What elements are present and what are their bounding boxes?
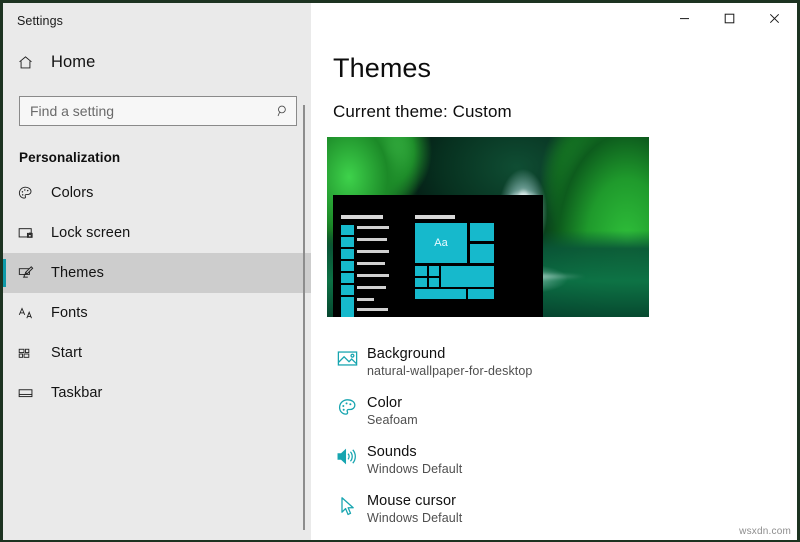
monitor-lock-icon [17, 222, 43, 244]
start-mock-bar [357, 308, 388, 311]
start-mock-tile [415, 278, 427, 287]
sidebar-item-fonts-label: Fonts [51, 305, 88, 321]
picture-icon [327, 345, 367, 368]
start-mock-chip [341, 237, 354, 247]
start-mock-header-right [415, 215, 455, 219]
brush-monitor-icon [17, 262, 43, 284]
sidebar-item-fonts[interactable]: Fonts [3, 293, 311, 333]
setting-row-background[interactable]: Background natural-wallpaper-for-desktop [327, 345, 657, 394]
theme-preview-image[interactable]: Aa [327, 137, 649, 317]
close-button[interactable] [752, 3, 797, 33]
start-mock-tile [468, 289, 494, 299]
search-input[interactable] [30, 103, 276, 119]
start-mock-chip [341, 249, 354, 259]
search-icon[interactable] [276, 104, 290, 118]
sidebar-item-start[interactable]: Start [3, 333, 311, 373]
maximize-button[interactable] [707, 3, 752, 33]
start-tiles-icon [17, 342, 43, 364]
setting-row-sounds[interactable]: Sounds Windows Default [327, 443, 657, 492]
setting-value: Seafoam [367, 413, 418, 427]
start-mock-tile [415, 289, 466, 299]
minimize-button[interactable] [662, 3, 707, 33]
theme-settings-list: Background natural-wallpaper-for-desktop… [327, 345, 657, 540]
start-mock-tile [415, 266, 427, 276]
start-mock-chip [341, 225, 354, 235]
sidebar-item-lock-screen-label: Lock screen [51, 225, 131, 241]
start-mock-chip [341, 297, 354, 307]
start-mock-bar [357, 250, 389, 253]
start-mock-tile [470, 223, 494, 241]
start-mock-chip [341, 307, 354, 317]
setting-value: natural-wallpaper-for-desktop [367, 364, 533, 378]
sidebar-item-taskbar[interactable]: Taskbar [3, 373, 311, 413]
sidebar-item-colors[interactable]: Colors [3, 173, 311, 213]
setting-name: Sounds [367, 444, 417, 460]
start-menu-mockup: Aa [333, 195, 543, 317]
home-icon [17, 51, 43, 73]
settings-window: Settings Home Personalization [3, 3, 797, 540]
sidebar-item-themes-label: Themes [51, 265, 104, 281]
sidebar-scrollbar-thumb[interactable] [303, 105, 305, 530]
start-mock-bar [357, 226, 389, 229]
taskbar-icon [17, 382, 43, 404]
start-mock-bar [357, 238, 387, 241]
current-theme-label: Current theme: Custom [333, 102, 512, 121]
sidebar-item-taskbar-label: Taskbar [51, 385, 103, 401]
palette-icon [327, 394, 367, 418]
start-mock-chip [341, 261, 354, 271]
start-mock-tile [429, 278, 439, 287]
setting-row-mouse-cursor[interactable]: Mouse cursor Windows Default [327, 492, 657, 540]
speaker-icon [327, 443, 367, 466]
setting-name: Background [367, 346, 446, 362]
setting-value: Windows Default [367, 462, 463, 476]
start-mock-bar [357, 274, 389, 277]
cursor-icon [327, 492, 367, 517]
start-mock-bar [357, 298, 374, 301]
sidebar-section-title: Personalization [19, 150, 121, 165]
start-mock-tile-text: Aa [434, 237, 448, 249]
sidebar-item-home-label: Home [51, 52, 96, 71]
sidebar-item-themes[interactable]: Themes [3, 253, 311, 293]
setting-name: Color [367, 395, 403, 411]
start-mock-header-left [341, 215, 383, 219]
sidebar-item-home[interactable]: Home [3, 42, 311, 82]
setting-value: Windows Default [367, 511, 463, 525]
start-mock-bar [357, 286, 386, 289]
start-mock-chip [341, 273, 354, 283]
window-controls [662, 3, 797, 33]
watermark: wsxdn.com [739, 526, 791, 537]
font-aa-icon [17, 302, 43, 324]
main-content: Themes Current theme: Custom Aa Backgrou… [311, 3, 797, 540]
start-mock-chip [341, 285, 354, 295]
sidebar-scrollbar[interactable] [299, 99, 309, 536]
sidebar-item-start-label: Start [51, 345, 83, 361]
sidebar-item-colors-label: Colors [51, 185, 94, 201]
sidebar-item-lock-screen[interactable]: Lock screen [3, 213, 311, 253]
start-mock-bar [357, 262, 385, 265]
palette-icon [17, 182, 43, 204]
start-mock-tile [441, 266, 494, 287]
start-mock-tile [429, 266, 439, 276]
sidebar: Settings Home Personalization [3, 3, 311, 540]
app-title: Settings [17, 14, 63, 28]
start-mock-tile [470, 244, 494, 263]
search-box[interactable] [19, 96, 297, 126]
setting-row-color[interactable]: Color Seafoam [327, 394, 657, 443]
start-mock-tile-large: Aa [415, 223, 467, 263]
setting-name: Mouse cursor [367, 493, 457, 509]
